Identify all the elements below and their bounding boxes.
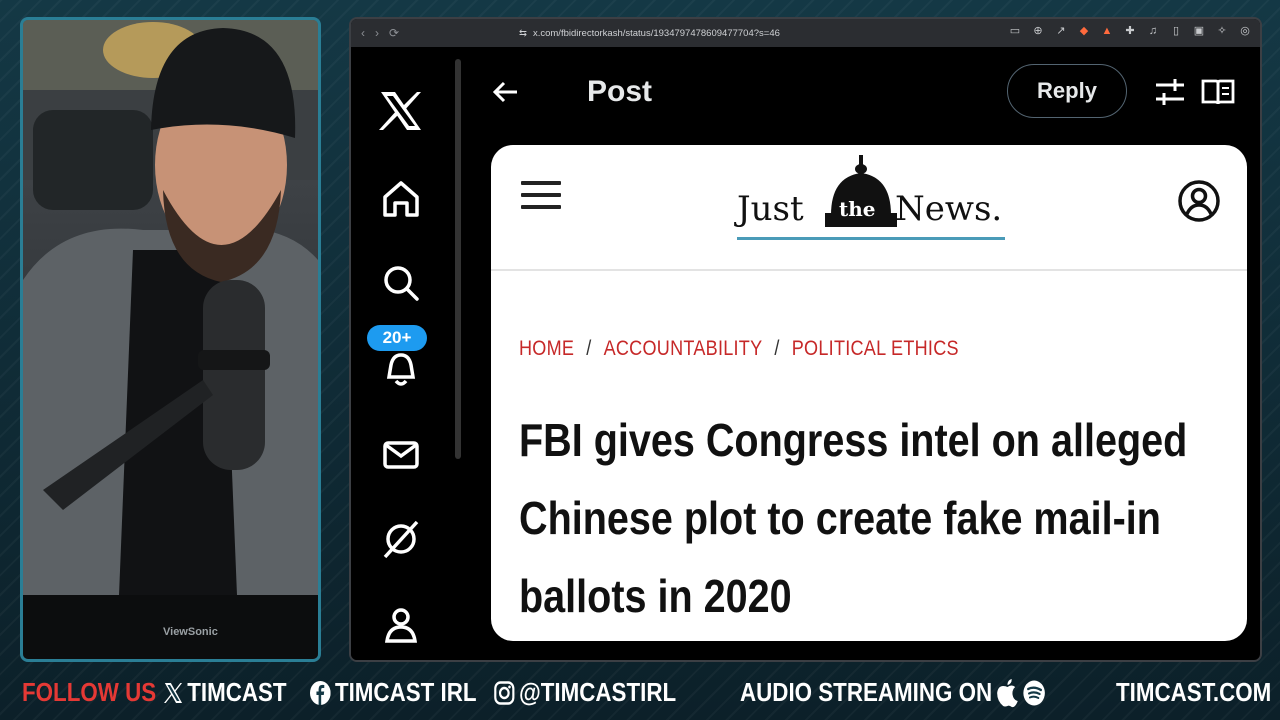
sidebar-icon[interactable]: ▯ [1169, 24, 1183, 37]
puzzle-icon[interactable]: ✚ [1123, 24, 1137, 37]
extension-icons: ▭ ⊕ ↗ ◆ ▲ ✚ ♫ ▯ ▣ ✧ ◎ [1008, 24, 1252, 38]
address-bar[interactable]: ⇆ x.com/fbidirectorkash/status/193479747… [519, 24, 979, 42]
page-title: Post [587, 75, 653, 108]
host-video-illustration: ViewSonic [23, 20, 318, 659]
follow-us-label: FOLLOW US [22, 677, 156, 708]
apple-icon [996, 678, 1018, 708]
breadcrumb-separator: / [586, 337, 592, 360]
headline-line: ballots in 2020 [519, 570, 792, 622]
forward-nav-icon[interactable]: › [375, 26, 379, 40]
logo-underline [737, 237, 1005, 240]
audio-streaming: AUDIO STREAMING ON [740, 677, 1046, 708]
sidebar-scrollbar[interactable] [455, 59, 461, 459]
music-icon[interactable]: ♫ [1146, 25, 1160, 37]
vpn-icon[interactable]: ◎ [1238, 24, 1252, 37]
x-social-icon [164, 682, 183, 704]
notification-count-badge: 20+ [367, 325, 427, 351]
instagram-handle: @TIMCASTIRL [494, 677, 676, 708]
filter-settings-icon[interactable] [1153, 75, 1187, 109]
extension-badge-icon[interactable]: ▲ [1100, 25, 1114, 37]
webcam-feed: ViewSonic [20, 17, 321, 662]
site-info-icon[interactable]: ⇆ [519, 28, 527, 39]
brave-shield-icon[interactable]: ◆ [1077, 24, 1091, 37]
follow-us-text: FOLLOW US [22, 677, 157, 707]
spotify-icon [1023, 680, 1046, 706]
headline-line: Chinese plot to create fake mail-in [519, 492, 1161, 544]
browser-window: ‹ › ⟳ ⇆ x.com/fbidirectorkash/status/193… [349, 17, 1262, 662]
menu-icon[interactable] [521, 181, 561, 215]
back-nav-icon[interactable]: ‹ [361, 26, 365, 40]
x-sidebar: 20+ [351, 47, 453, 660]
site-header: Just the News. [491, 145, 1247, 271]
share-icon[interactable]: ↗ [1054, 24, 1068, 37]
article-headline[interactable]: FBI gives Congress intel on alleged Chin… [519, 401, 1233, 635]
notifications-icon[interactable] [379, 347, 423, 391]
account-icon[interactable] [1177, 179, 1221, 223]
cast-icon[interactable]: ▭ [1008, 24, 1022, 37]
breadcrumb-home[interactable]: HOME [519, 337, 574, 361]
facebook-icon [310, 680, 331, 705]
just-the-news-logo[interactable]: Just the News. [735, 155, 1015, 240]
audio-streaming-text: AUDIO STREAMING ON [740, 677, 993, 707]
breadcrumb: HOME / ACCOUNTABILITY / POLITICAL ETHICS [519, 337, 959, 361]
grok-icon[interactable] [379, 517, 423, 561]
instagram-handle-text: @TIMCASTIRL [518, 677, 677, 707]
x-handle: TIMCAST [164, 677, 287, 708]
article-preview-card[interactable]: Just the News. HOME / ACCOUNTABILITY / P… [491, 145, 1247, 641]
reply-button[interactable]: Reply [1007, 64, 1127, 118]
sparkle-icon[interactable]: ✧ [1215, 24, 1229, 37]
headline-line: FBI gives Congress intel on alleged [519, 414, 1188, 466]
breadcrumb-accountability[interactable]: ACCOUNTABILITY [604, 337, 763, 361]
stream-footer: FOLLOW US TIMCAST TIMCAST IRL @TIMCASTIR… [0, 664, 1280, 720]
browser-toolbar: ‹ › ⟳ ⇆ x.com/fbidirectorkash/status/193… [351, 19, 1260, 47]
logo-word-the: the [839, 197, 876, 221]
zoom-icon[interactable]: ⊕ [1031, 24, 1045, 37]
logo-word-news: News. [895, 189, 1003, 229]
reader-mode-icon[interactable] [1201, 75, 1235, 109]
messages-icon[interactable] [379, 433, 423, 477]
post-header: Post Reply [463, 47, 1260, 137]
x-handle-text: TIMCAST [187, 677, 287, 707]
breadcrumb-political-ethics[interactable]: POLITICAL ETHICS [792, 337, 959, 361]
website-text: TIMCAST.COM [1116, 677, 1272, 707]
reload-icon[interactable]: ⟳ [389, 26, 399, 40]
url-text: x.com/fbidirectorkash/status/19347974786… [532, 27, 780, 39]
x-logo-icon[interactable] [379, 89, 423, 133]
search-icon[interactable] [379, 261, 423, 305]
wallet-icon[interactable]: ▣ [1192, 24, 1206, 37]
back-arrow-icon[interactable] [491, 77, 521, 107]
instagram-icon [494, 680, 515, 705]
monitor-brand-text: ViewSonic [163, 626, 218, 638]
profile-icon[interactable] [379, 603, 423, 647]
facebook-handle-text: TIMCAST IRL [334, 677, 477, 707]
logo-word-just: Just [737, 189, 804, 229]
home-icon[interactable] [379, 177, 423, 221]
breadcrumb-separator: / [774, 337, 780, 360]
facebook-handle: TIMCAST IRL [310, 677, 477, 708]
website-label: TIMCAST.COM [1116, 677, 1271, 708]
